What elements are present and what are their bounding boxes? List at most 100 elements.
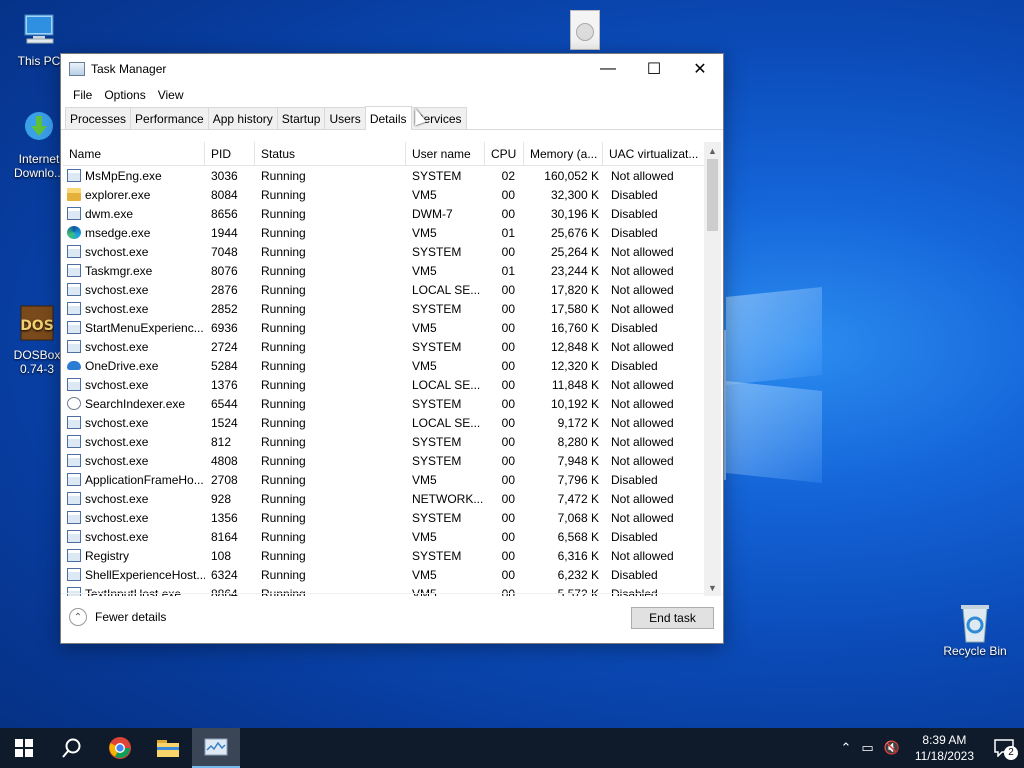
user-name-cell: VM5 (412, 567, 437, 582)
column-header-cpu[interactable]: CPU (485, 142, 524, 166)
status-cell: Running (261, 187, 306, 202)
table-row[interactable]: dwm.exe 8656 Running DWM-7 00 30,196 K Disable… (63, 204, 711, 223)
table-row[interactable]: Registry 108 Running SYSTEM 00 6,316 K Not all… (63, 546, 711, 565)
close-button[interactable]: ✕ (677, 54, 723, 84)
status-cell: Running (261, 168, 306, 183)
cpu-cell: 00 (501, 244, 515, 259)
status-cell: Running (261, 396, 306, 411)
column-header-pid[interactable]: PID (205, 142, 255, 166)
process-name-cell: svchost.exe (63, 340, 205, 354)
tab-app-history[interactable]: App history (207, 107, 278, 129)
action-center-button[interactable]: 2 (984, 728, 1024, 768)
table-row[interactable]: SearchIndexer.exe 6544 Running SYSTEM 00 10,1… (63, 394, 711, 413)
table-row[interactable]: StartMenuExperienc... 6936 Running VM5 00 16,… (63, 318, 711, 337)
table-row[interactable]: svchost.exe 812 Running SYSTEM 00 8,280 K Not … (63, 432, 711, 451)
table-row[interactable]: svchost.exe 7048 Running SYSTEM 00 25,264 K No… (63, 242, 711, 261)
menu-file[interactable]: File (67, 88, 98, 102)
taskbar-task-manager[interactable] (192, 728, 240, 768)
table-row[interactable]: Taskmgr.exe 8076 Running VM5 01 23,244 K Not a… (63, 261, 711, 280)
pid-cell: 8656 (211, 206, 238, 221)
menu-options[interactable]: Options (98, 88, 151, 102)
table-row[interactable]: svchost.exe 8164 Running VM5 00 6,568 K Disabl… (63, 527, 711, 546)
process-name-cell: Taskmgr.exe (63, 264, 205, 278)
app-window-icon (67, 511, 81, 524)
title-bar[interactable]: Task Manager — ☐ ✕ (61, 54, 723, 84)
process-name-cell: svchost.exe (63, 245, 205, 259)
cpu-cell: 00 (501, 377, 515, 392)
column-header-status[interactable]: Status (255, 142, 406, 166)
table-row[interactable]: ApplicationFrameHo... 2708 Running VM5 00 7,7… (63, 470, 711, 489)
app-window-icon (67, 321, 81, 334)
table-row[interactable]: OneDrive.exe 5284 Running VM5 00 12,320 K Disa… (63, 356, 711, 375)
uac-cell: Disabled (611, 225, 658, 240)
process-name-cell: OneDrive.exe (63, 359, 205, 373)
search-button[interactable] (48, 728, 96, 768)
maximize-button[interactable]: ☐ (631, 54, 677, 84)
memory-cell: 7,068 K (557, 510, 599, 525)
taskbar-file-explorer[interactable] (144, 728, 192, 768)
column-header-user-name[interactable]: User name (406, 142, 485, 166)
uac-cell: Not allowed (611, 491, 674, 506)
process-name: svchost.exe (85, 510, 149, 525)
cpu-cell: 01 (501, 263, 515, 278)
table-row[interactable]: svchost.exe 1356 Running SYSTEM 00 7,068 K Not… (63, 508, 711, 527)
app-window-icon (67, 492, 81, 505)
tab-users[interactable]: Users (324, 107, 366, 129)
table-row[interactable]: svchost.exe 1524 Running LOCAL SE... 00 9,172… (63, 413, 711, 432)
end-task-button[interactable]: End task (631, 607, 714, 629)
uac-cell: Not allowed (611, 415, 674, 430)
tab-details[interactable]: Details (364, 106, 412, 130)
table-row[interactable]: MsMpEng.exe 3036 Running SYSTEM 02 160,052 K N… (63, 166, 711, 185)
fewer-details-toggle[interactable]: ⌃ Fewer details (69, 608, 166, 626)
menu-view[interactable]: View (152, 88, 190, 102)
pid-cell: 6936 (211, 320, 238, 335)
desktop-icon-recycle-bin[interactable]: Recycle Bin (942, 600, 1008, 658)
taskbar-chrome[interactable] (96, 728, 144, 768)
tab-startup[interactable]: Startup (276, 107, 326, 129)
process-name-cell: ShellExperienceHost.... (63, 568, 205, 582)
table-row[interactable]: svchost.exe 2876 Running LOCAL SE... 00 17,82… (63, 280, 711, 299)
scrollbar-thumb[interactable] (707, 159, 718, 231)
table-row[interactable]: ShellExperienceHost.... 6324 Running VM5 00 6… (63, 565, 711, 584)
column-header-memory[interactable]: Memory (a... (524, 142, 603, 166)
cpu-cell: 00 (501, 567, 515, 582)
tab-processes[interactable]: Processes (65, 107, 132, 129)
status-cell: Running (261, 529, 306, 544)
process-name-cell: svchost.exe (63, 416, 205, 430)
column-header-name[interactable]: Name (63, 142, 205, 166)
scroll-up-arrow-icon[interactable]: ▲ (704, 142, 721, 159)
desktop-icon-dosbox[interactable]: DOS DOSBox 0.74-3 (8, 304, 66, 376)
memory-cell: 11,848 K (551, 377, 599, 392)
tab-performance[interactable]: Performance (130, 107, 209, 129)
process-name: svchost.exe (85, 244, 149, 259)
volume-muted-icon[interactable]: 🔇 (879, 740, 905, 756)
cpu-cell: 00 (501, 472, 515, 487)
process-name: svchost.exe (85, 434, 149, 449)
network-icon[interactable]: ▭ (856, 740, 878, 756)
show-hidden-icons-chevron-icon[interactable]: ⌃ (835, 740, 856, 756)
table-row[interactable]: svchost.exe 4808 Running SYSTEM 00 7,948 K Not… (63, 451, 711, 470)
uac-cell: Disabled (611, 472, 658, 487)
cpu-cell: 00 (501, 548, 515, 563)
column-header-uac[interactable]: UAC virtualizat... (603, 142, 707, 166)
process-name: svchost.exe (85, 377, 149, 392)
file-icon[interactable] (570, 10, 600, 50)
table-row[interactable]: svchost.exe 2852 Running SYSTEM 00 17,580 K No… (63, 299, 711, 318)
status-cell: Running (261, 567, 306, 582)
app-window-icon (67, 340, 81, 353)
table-row[interactable]: svchost.exe 2724 Running SYSTEM 00 12,848 K No… (63, 337, 711, 356)
table-row[interactable]: msedge.exe 1944 Running VM5 01 25,676 K Disabl… (63, 223, 711, 242)
table-row[interactable]: explorer.exe 8084 Running VM5 00 32,300 K Disa… (63, 185, 711, 204)
table-row[interactable]: svchost.exe 928 Running NETWORK... 00 7,472 K… (63, 489, 711, 508)
process-name: svchost.exe (85, 301, 149, 316)
start-button[interactable] (0, 728, 48, 768)
clock[interactable]: 8:39 AM 11/18/2023 (905, 732, 984, 764)
download-manager-icon (19, 108, 59, 148)
minimize-button[interactable]: — (585, 54, 631, 84)
cpu-cell: 00 (501, 396, 515, 411)
uac-cell: Not allowed (611, 282, 674, 297)
cpu-cell: 00 (501, 453, 515, 468)
vertical-scrollbar[interactable]: ▲ ▼ (704, 142, 721, 596)
table-row[interactable]: svchost.exe 1376 Running LOCAL SE... 00 11,84… (63, 375, 711, 394)
task-manager-icon (67, 264, 81, 277)
